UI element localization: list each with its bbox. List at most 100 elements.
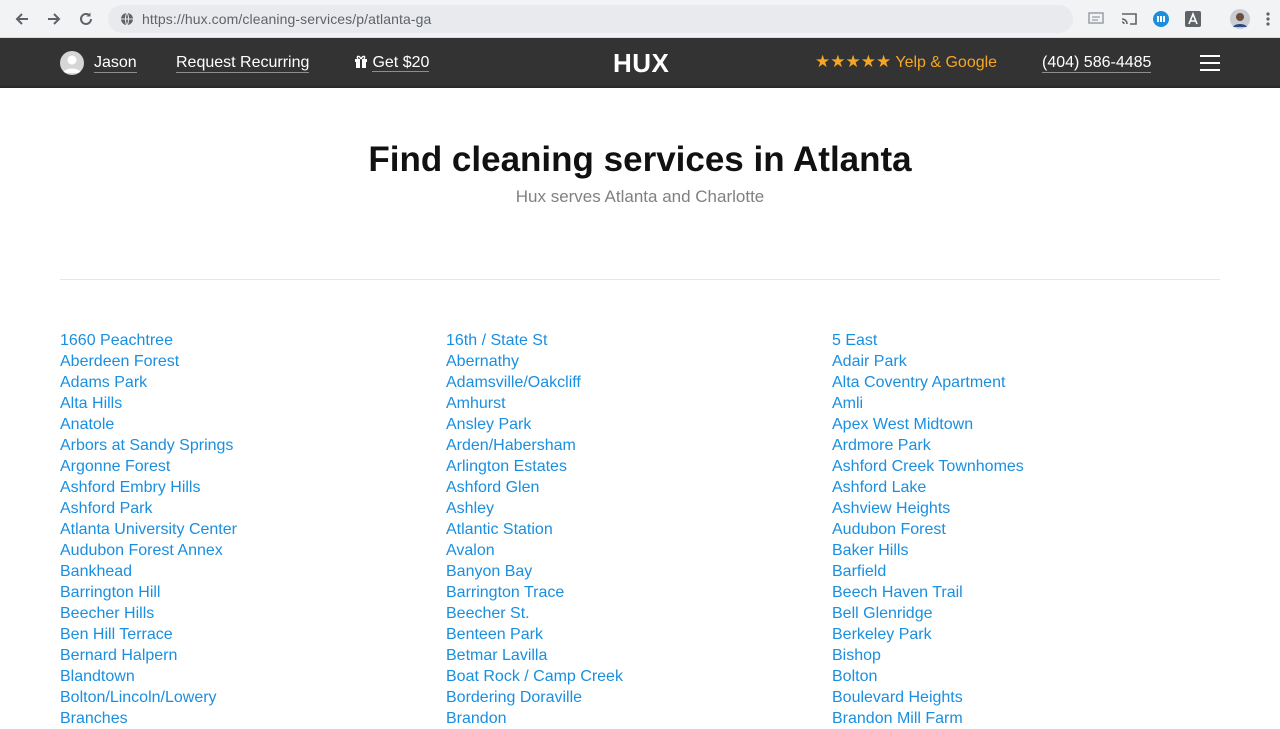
reload-icon[interactable] xyxy=(74,7,98,31)
neighborhood-link[interactable]: Argonne Forest xyxy=(60,458,170,475)
neighborhood-link[interactable]: 5 East xyxy=(832,332,877,349)
list-item: Barrington Trace xyxy=(446,582,826,603)
neighborhood-link[interactable]: Arbors at Sandy Springs xyxy=(60,437,233,454)
neighborhood-link[interactable]: Barfield xyxy=(832,563,886,580)
hux-logo[interactable]: HUX xyxy=(613,49,669,77)
list-item: Adamsville/Oakcliff xyxy=(446,372,826,393)
neighborhood-link[interactable]: Avalon xyxy=(446,542,495,559)
neighborhood-link[interactable]: Audubon Forest xyxy=(832,521,946,538)
list-item: Ashley xyxy=(446,498,826,519)
neighborhood-link[interactable]: Boulevard Heights xyxy=(832,689,963,706)
user-name-link[interactable]: Jason xyxy=(94,53,137,73)
list-item: Banyon Bay xyxy=(446,561,826,582)
neighborhood-link[interactable]: Apex West Midtown xyxy=(832,416,973,433)
extension-icon[interactable] xyxy=(1151,9,1171,29)
rating-text: Yelp & Google xyxy=(895,54,998,71)
neighborhood-link[interactable]: Ashford Glen xyxy=(446,479,539,496)
neighborhood-link[interactable]: Amli xyxy=(832,395,863,412)
neighborhood-link[interactable]: Ashford Lake xyxy=(832,479,926,496)
list-item: Beecher Hills xyxy=(60,603,440,624)
phone-link[interactable]: (404) 586-4485 xyxy=(1042,53,1152,73)
profile-avatar-icon[interactable] xyxy=(1230,9,1250,29)
list-item: Boulevard Heights xyxy=(832,687,1212,708)
list-item: Boat Rock / Camp Creek xyxy=(446,666,826,687)
neighborhood-link[interactable]: Berkeley Park xyxy=(832,626,932,643)
neighborhood-link[interactable]: Banyon Bay xyxy=(446,563,532,580)
neighborhood-link[interactable]: Ben Hill Terrace xyxy=(60,626,173,643)
neighborhood-link[interactable]: Audubon Forest Annex xyxy=(60,542,223,559)
site-info-icon[interactable] xyxy=(120,12,134,26)
neighborhood-link[interactable]: Ashford Embry Hills xyxy=(60,479,200,496)
neighborhood-link[interactable]: Blandtown xyxy=(60,668,135,685)
neighborhood-link[interactable]: Ansley Park xyxy=(446,416,531,433)
neighborhood-link[interactable]: 16th / State St xyxy=(446,332,547,349)
list-item: Blandtown xyxy=(60,666,440,687)
neighborhood-link[interactable]: Bordering Doraville xyxy=(446,689,582,706)
back-icon[interactable] xyxy=(10,7,34,31)
neighborhood-link[interactable]: Aberdeen Forest xyxy=(60,353,179,370)
neighborhood-link[interactable]: Ashford Park xyxy=(60,500,152,517)
list-item: Benteen Park xyxy=(446,624,826,645)
neighborhood-link[interactable]: Ashford Creek Townhomes xyxy=(832,458,1024,475)
cast-icon[interactable] xyxy=(1119,9,1139,29)
neighborhood-column-2: 16th / State St Abernathy Adamsville/Oakcl… xyxy=(446,330,826,729)
list-item: 5 East xyxy=(832,330,1212,351)
neighborhood-link[interactable]: Boat Rock / Camp Creek xyxy=(446,668,623,685)
neighborhood-link[interactable]: Ashview Heights xyxy=(832,500,950,517)
neighborhood-link[interactable]: Baker Hills xyxy=(832,542,908,559)
neighborhood-link[interactable]: Adamsville/Oakcliff xyxy=(446,374,581,391)
translate-icon[interactable] xyxy=(1087,9,1107,29)
list-item: Bell Glenridge xyxy=(832,603,1212,624)
get-reward-link[interactable]: Get $20 xyxy=(354,53,430,72)
neighborhood-link[interactable]: Bolton/Lincoln/Lowery xyxy=(60,689,217,706)
neighborhood-link[interactable]: Brandon xyxy=(446,710,507,727)
list-item: Barfield xyxy=(832,561,1212,582)
forward-icon[interactable] xyxy=(42,7,66,31)
neighborhood-link[interactable]: Betmar Lavilla xyxy=(446,647,547,664)
list-item: Ashford Park xyxy=(60,498,440,519)
neighborhood-link[interactable]: Atlantic Station xyxy=(446,521,553,538)
neighborhood-link[interactable]: Alta Hills xyxy=(60,395,122,412)
neighborhood-link[interactable]: Beecher St. xyxy=(446,605,530,622)
list-item: Bolton xyxy=(832,666,1212,687)
neighborhood-link[interactable]: Barrington Hill xyxy=(60,584,160,601)
list-item: Adams Park xyxy=(60,372,440,393)
neighborhood-link[interactable]: Barrington Trace xyxy=(446,584,564,601)
user-avatar-icon[interactable] xyxy=(60,51,84,75)
neighborhood-link[interactable]: Ardmore Park xyxy=(832,437,931,454)
font-extension-icon[interactable] xyxy=(1183,9,1203,29)
request-recurring-link[interactable]: Request Recurring xyxy=(176,53,310,73)
neighborhood-link[interactable]: Adair Park xyxy=(832,353,907,370)
list-item: Argonne Forest xyxy=(60,456,440,477)
neighborhood-link[interactable]: Atlanta University Center xyxy=(60,521,237,538)
list-item: Ashford Lake xyxy=(832,477,1212,498)
rating-link[interactable]: ★★★★★ Yelp & Google xyxy=(815,52,997,73)
neighborhood-link[interactable]: Bell Glenridge xyxy=(832,605,933,622)
list-item: Bolton/Lincoln/Lowery xyxy=(60,687,440,708)
neighborhood-link[interactable]: Amhurst xyxy=(446,395,506,412)
neighborhood-link[interactable]: 1660 Peachtree xyxy=(60,332,173,349)
neighborhood-link[interactable]: Anatole xyxy=(60,416,114,433)
neighborhood-link[interactable]: Ashley xyxy=(446,500,494,517)
list-item: 1660 Peachtree xyxy=(60,330,440,351)
list-item: Brandon xyxy=(446,708,826,729)
neighborhood-link[interactable]: Bernard Halpern xyxy=(60,647,177,664)
neighborhood-link[interactable]: Adams Park xyxy=(60,374,147,391)
neighborhood-link[interactable]: Beech Haven Trail xyxy=(832,584,963,601)
neighborhood-link[interactable]: Benteen Park xyxy=(446,626,543,643)
neighborhood-link[interactable]: Bolton xyxy=(832,668,877,685)
neighborhood-link[interactable]: Abernathy xyxy=(446,353,519,370)
neighborhood-column-3: 5 East Adair Park Alta Coventry Apartment A… xyxy=(832,330,1212,729)
neighborhood-link[interactable]: Arden/Habersham xyxy=(446,437,576,454)
neighborhood-link[interactable]: Brandon Mill Farm xyxy=(832,710,963,727)
address-bar[interactable]: https://hux.com/cleaning-services/p/atla… xyxy=(108,5,1073,33)
neighborhood-link[interactable]: Branches xyxy=(60,710,128,727)
browser-menu-icon[interactable] xyxy=(1262,9,1274,29)
neighborhood-link[interactable]: Arlington Estates xyxy=(446,458,567,475)
hamburger-menu-icon[interactable] xyxy=(1200,55,1220,71)
neighborhood-link[interactable]: Bankhead xyxy=(60,563,132,580)
neighborhood-link[interactable]: Beecher Hills xyxy=(60,605,154,622)
neighborhood-link[interactable]: Bishop xyxy=(832,647,881,664)
list-item: Aberdeen Forest xyxy=(60,351,440,372)
neighborhood-link[interactable]: Alta Coventry Apartment xyxy=(832,374,1005,391)
